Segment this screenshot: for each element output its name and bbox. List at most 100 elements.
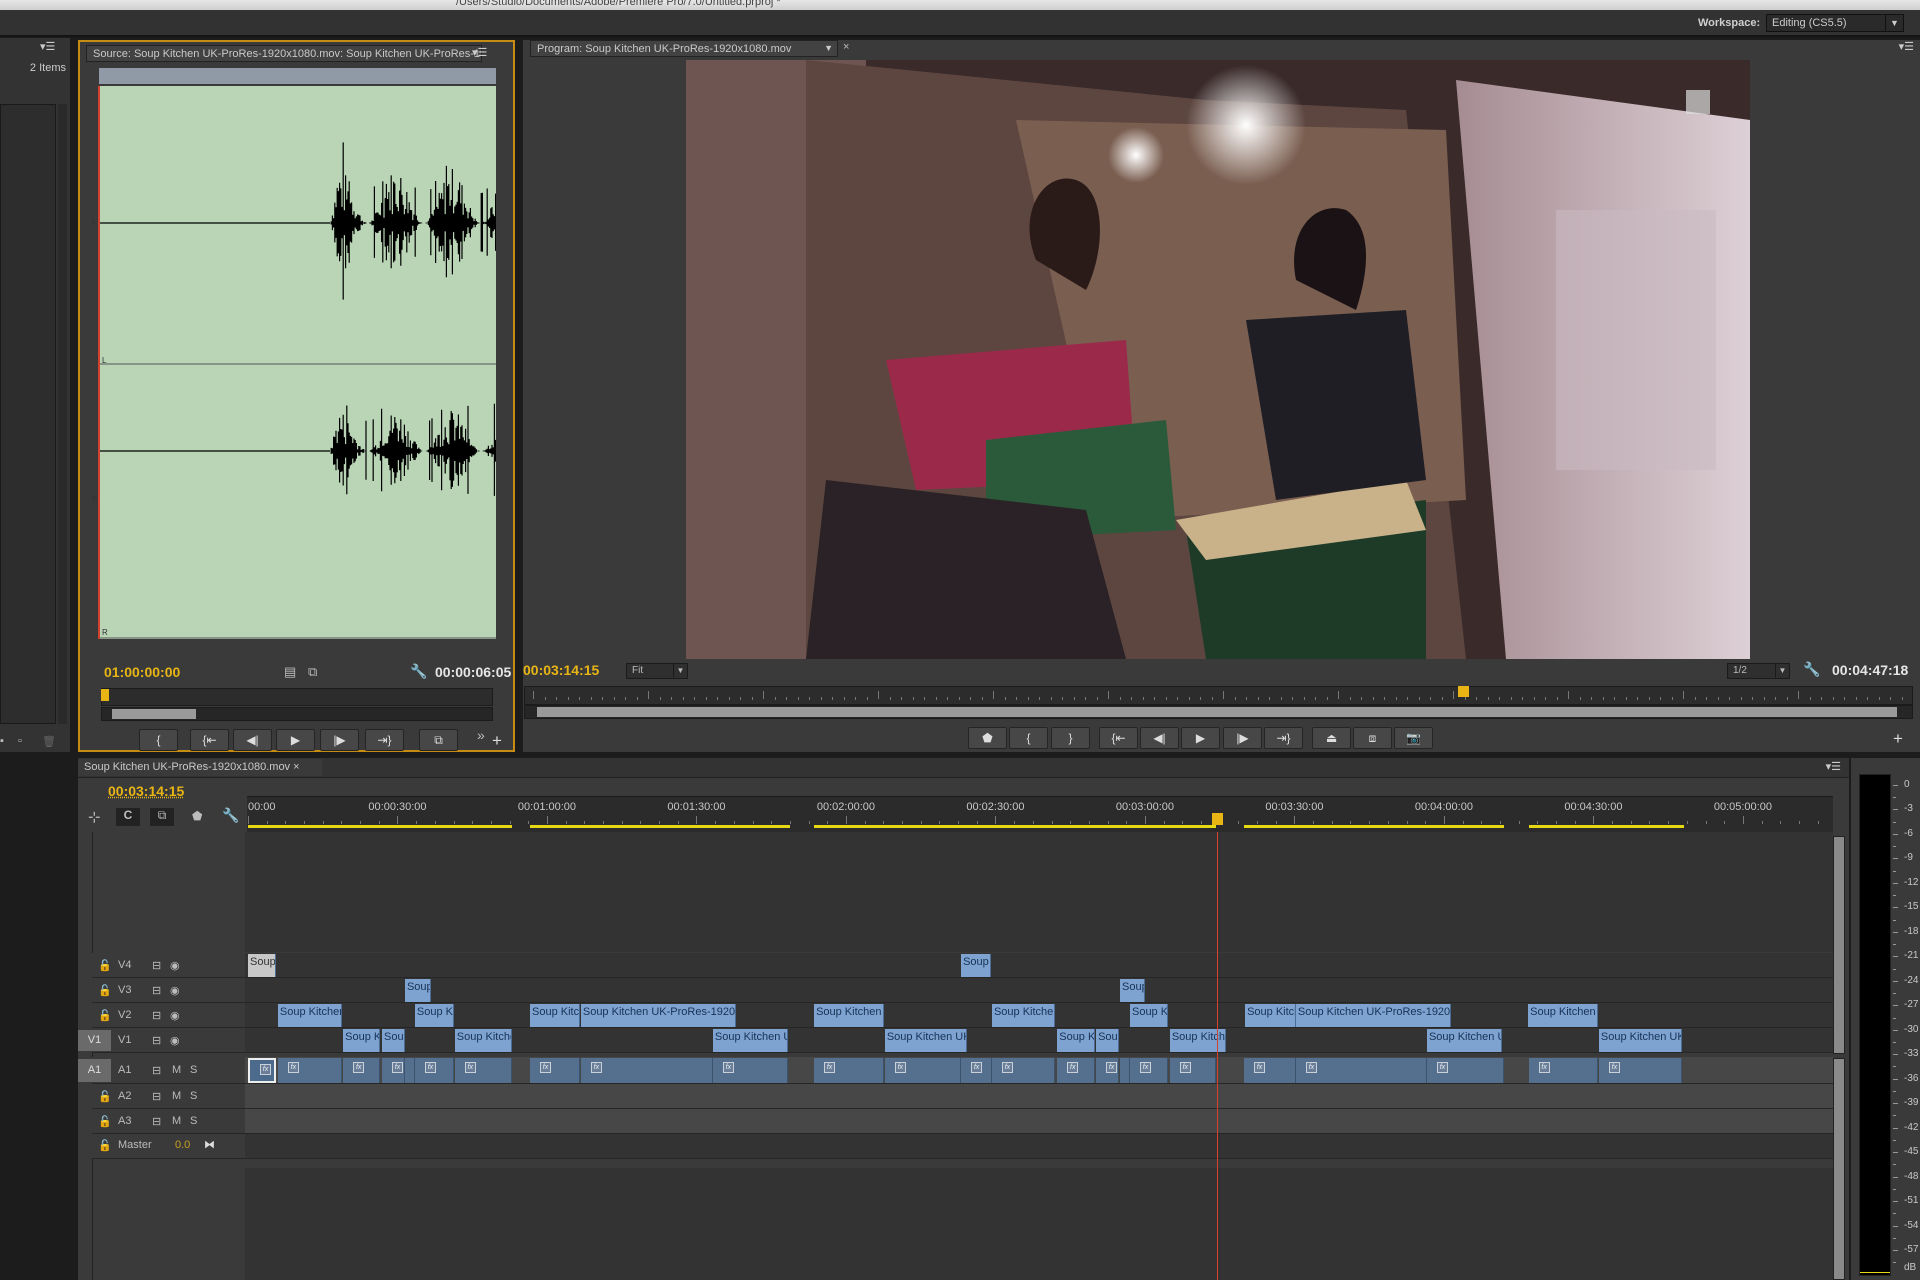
lock-icon[interactable]: 🔓: [98, 1139, 112, 1152]
lock-icon[interactable]: 🔓: [98, 984, 112, 997]
timeline-playhead-marker[interactable]: [1212, 813, 1224, 825]
timeline-playhead-line[interactable]: [1217, 832, 1219, 1280]
play-button[interactable]: ▶: [1181, 727, 1220, 749]
panel-menu-icon[interactable]: ▾☰: [472, 46, 487, 59]
program-time-ruler[interactable]: [524, 686, 1913, 705]
eye-icon[interactable]: ◉: [170, 959, 180, 972]
source-time-ruler[interactable]: [101, 688, 493, 706]
audio-clip[interactable]: fx: [414, 1058, 454, 1083]
time-ruler[interactable]: 00:00 00:00:30:00 00:01:00:00 00:01:30:00 00…: [247, 796, 1833, 832]
wrench-icon[interactable]: 🔧: [222, 807, 239, 824]
mute-button[interactable]: M: [172, 1115, 181, 1127]
video-clip[interactable]: Soup Kitchen UK-ProRes-1920x1080.mov: [1120, 979, 1145, 1002]
video-clip[interactable]: Soup Kitchen UK-ProRes-1920x1080.mov: [991, 1004, 1055, 1027]
drag-audio-icon[interactable]: ⧉: [308, 664, 317, 680]
insert-button[interactable]: ⧉: [419, 729, 458, 751]
program-zoom-scrollbar[interactable]: [524, 705, 1913, 719]
zoom-level-dropdown[interactable]: Fit ▼: [626, 663, 688, 679]
video-clip[interactable]: Soup Kitchen UK-ProRes-1920x1080.mov: [454, 1029, 513, 1052]
toggle-sync-lock-icon[interactable]: ⊟: [152, 984, 161, 997]
audio-clip[interactable]: fx: [454, 1058, 513, 1083]
video-tracks-scrollbar[interactable]: [1833, 836, 1845, 1054]
video-clip[interactable]: Soup Kitchen UK-ProRes-1920x1080.mov: [248, 954, 276, 977]
video-clip[interactable]: Soup Kitchen UK-ProRes-1920x1080.mov: [1426, 1029, 1503, 1052]
audio-clip[interactable]: fx: [1120, 1058, 1142, 1083]
source-tab[interactable]: Source: Soup Kitchen UK-ProRes-1920x1080…: [86, 45, 482, 62]
extract-button[interactable]: ⧈: [1353, 727, 1392, 749]
master-volume[interactable]: 0.0: [175, 1139, 190, 1151]
linked-selection-icon[interactable]: ⧉: [150, 808, 174, 826]
nest-sequence-icon[interactable]: ⊹: [88, 808, 101, 826]
camera-button[interactable]: 📷: [1394, 727, 1433, 749]
master-output-icon[interactable]: ⧓: [204, 1138, 215, 1151]
eye-icon[interactable]: ◉: [170, 1009, 180, 1022]
timeline-tab[interactable]: Soup Kitchen UK-ProRes-1920x1080.mov ×: [78, 759, 322, 776]
video-clip[interactable]: Soup Kitchen UK-ProRes-1920x1080.mov: [382, 1029, 405, 1052]
audio-clip[interactable]: fx: [884, 1058, 962, 1083]
eye-icon[interactable]: ◉: [170, 984, 180, 997]
lock-icon[interactable]: 🔓: [98, 1090, 112, 1103]
eye-icon[interactable]: ◉: [170, 1034, 180, 1047]
audio-tracks-scrollbar[interactable]: [1833, 1058, 1845, 1280]
toggle-sync-lock-icon[interactable]: ⊟: [152, 1090, 161, 1103]
step-back-button[interactable]: ◀|: [233, 729, 272, 751]
toggle-sync-lock-icon[interactable]: ⊟: [152, 1064, 161, 1077]
new-bin-icon[interactable]: ▫: [18, 735, 22, 747]
audio-clip[interactable]: fx: [961, 1058, 992, 1083]
close-icon[interactable]: ×: [843, 41, 849, 53]
audio-clip[interactable]: fx: [1598, 1058, 1683, 1083]
audio-clip[interactable]: fx: [1129, 1058, 1168, 1083]
video-clip[interactable]: Soup Kitchen UK-ProRes-1920x1080.mov: [343, 1029, 381, 1052]
video-clip[interactable]: Soup Kitchen UK-ProRes-1920x1080.mov: [1245, 1004, 1296, 1027]
video-clip[interactable]: Soup Kitchen UK-ProRes-1920x1080.mov: [530, 1004, 580, 1027]
program-video-frame[interactable]: [686, 60, 1750, 659]
project-scrollbar[interactable]: [58, 104, 67, 724]
lock-icon[interactable]: 🔓: [98, 1115, 112, 1128]
audio-clip[interactable]: fx: [991, 1058, 1055, 1083]
video-clip[interactable]: Soup Kitchen UK-ProRes-1920x1080.mov: [414, 1004, 454, 1027]
video-clip[interactable]: Soup Kitchen UK-ProRes-1920x1080.mov: [1129, 1004, 1168, 1027]
mute-button[interactable]: M: [172, 1090, 181, 1102]
toggle-sync-lock-icon[interactable]: ⊟: [152, 1115, 161, 1128]
go-to-out-button[interactable]: ⇥}: [1264, 727, 1303, 749]
video-clip[interactable]: Soup Kitchen UK-ProRes-1920x1080.mov: [277, 1004, 343, 1027]
wrench-icon[interactable]: 🔧: [410, 663, 427, 680]
video-clip[interactable]: Soup Kitchen UK-ProRes-1920x1080.mov: [814, 1004, 884, 1027]
more-buttons-icon[interactable]: »: [477, 727, 485, 743]
chevron-down-icon[interactable]: ▼: [824, 43, 833, 53]
add-marker-button[interactable]: ⬟: [968, 727, 1007, 749]
source-zoom-scrollbar[interactable]: [101, 707, 493, 721]
video-clip[interactable]: Soup Kitchen UK-ProRes-1920x1080.mov: [404, 979, 431, 1002]
audio-clip[interactable]: fx: [1244, 1058, 1296, 1083]
add-marker-icon[interactable]: ⬟: [192, 809, 202, 823]
timeline-current-timecode[interactable]: 00:03:14:15: [108, 783, 184, 799]
audio-clip[interactable]: fx: [277, 1058, 343, 1083]
solo-button[interactable]: S: [190, 1090, 197, 1102]
waveform-zoom-bar[interactable]: [99, 68, 496, 84]
toggle-sync-lock-icon[interactable]: ⊟: [152, 1009, 161, 1022]
source-current-timecode[interactable]: 01:00:00:00: [104, 664, 180, 680]
panel-menu-icon[interactable]: ▾☰: [1826, 760, 1841, 773]
audio-clip[interactable]: fx: [343, 1058, 381, 1083]
solo-button[interactable]: S: [190, 1115, 197, 1127]
playback-resolution-dropdown[interactable]: 1/2 ▼: [1727, 663, 1790, 679]
workspace-dropdown[interactable]: Editing (CS5.5) ▼: [1766, 14, 1904, 32]
lock-icon[interactable]: 🔓: [98, 1009, 112, 1022]
video-clip[interactable]: Soup Kitchen UK-ProRes-1920x1080.mov: [1598, 1029, 1683, 1052]
audio-clip[interactable]: fx: [1528, 1058, 1599, 1083]
mute-button[interactable]: M: [172, 1064, 181, 1076]
audio-clip[interactable]: fx: [712, 1058, 789, 1083]
source-target-v1[interactable]: V1: [78, 1030, 111, 1051]
video-clip[interactable]: Soup Kitchen UK-ProRes-1920x1080.mov: [884, 1029, 968, 1052]
audio-clip[interactable]: fx: [580, 1058, 713, 1083]
program-current-timecode[interactable]: 00:03:14:15: [523, 662, 599, 678]
mark-in-button[interactable]: {: [1009, 727, 1048, 749]
audio-clip[interactable]: fx: [1057, 1058, 1096, 1083]
lift-button[interactable]: ⏏: [1312, 727, 1351, 749]
video-clip[interactable]: Soup Kitchen UK-ProRes-1920x1080.mov: [1528, 1004, 1598, 1027]
source-target-a1[interactable]: A1: [78, 1059, 111, 1082]
panel-menu-icon[interactable]: ▾☰: [40, 40, 55, 53]
audio-clip[interactable]: fx: [382, 1058, 405, 1083]
program-playhead-marker[interactable]: [1457, 686, 1469, 697]
video-clip[interactable]: Soup Kitchen UK-ProRes-1920x1080.mov: [712, 1029, 789, 1052]
